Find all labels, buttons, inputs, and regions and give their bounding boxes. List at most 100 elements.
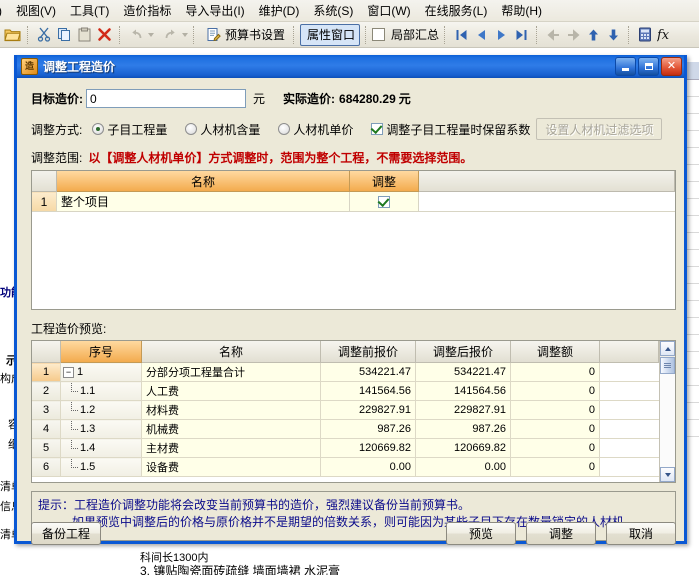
delete-x-icon[interactable]	[94, 25, 114, 45]
preview-col-before[interactable]: 调整前报价	[320, 341, 416, 363]
preview-row-filler	[599, 400, 659, 420]
radio-option-resource-content[interactable]: 人材机含量	[185, 121, 260, 138]
redo-dropdown-icon[interactable]	[182, 32, 188, 37]
menu-item-maintain[interactable]: 维护(D)	[252, 0, 307, 21]
calculator-icon[interactable]	[635, 25, 655, 45]
property-window-label: 属性窗口	[307, 28, 356, 42]
menu-item-import-export[interactable]: 导入导出(I)	[178, 0, 251, 21]
scrollbar-thumb[interactable]	[660, 357, 675, 374]
keep-factor-checkbox[interactable]: 调整子目工程量时保留系数	[371, 121, 530, 138]
menu-item-system[interactable]: 系统(S)	[306, 0, 360, 21]
menu-item-cost-index[interactable]: 造价指标	[116, 0, 178, 21]
resource-filter-options-button: 设置人材机过滤选项	[536, 118, 663, 140]
toolbar-separator	[628, 25, 630, 44]
table-row[interactable]: 1 − 1 分部分项工程量合计 534221.47 534221.47 0	[32, 362, 659, 382]
property-window-button[interactable]: 属性窗口	[300, 23, 361, 46]
preview-row-seq-cell: 1.5	[60, 457, 142, 477]
preview-row-no: 4	[32, 419, 61, 439]
last-record-icon[interactable]	[511, 25, 531, 45]
indent-icon[interactable]	[563, 25, 583, 45]
preview-row-seq-cell: 1.1	[60, 381, 142, 401]
preview-row-seq: 1.4	[80, 442, 96, 454]
budget-settings-label: 预算书设置	[225, 28, 286, 42]
first-record-icon[interactable]	[451, 25, 471, 45]
redo-icon[interactable]	[160, 25, 180, 45]
radio-option-resource-price[interactable]: 人材机单价	[278, 121, 353, 138]
preview-scroll-area[interactable]: 序号 名称 调整前报价 调整后报价 调整额 1 − 1 分部分项工程量合计 53…	[32, 341, 659, 482]
preview-col-rowno[interactable]	[32, 341, 61, 363]
dialog-title-bar[interactable]: 造 调整工程造价 ✕	[17, 55, 684, 78]
table-row[interactable]: 1 整个项目	[32, 191, 675, 212]
radio-option-quantity[interactable]: 子目工程量	[92, 121, 167, 138]
outdent-icon[interactable]	[543, 25, 563, 45]
scope-col-index[interactable]	[32, 171, 57, 192]
hint-line-1: 提示：工程造价调整功能将会改变当前预算书的造价，强烈建议备份当前预算书。	[38, 498, 471, 512]
preview-col-delta[interactable]: 调整额	[510, 341, 600, 363]
scroll-up-icon[interactable]	[660, 341, 675, 356]
menu-item-tools[interactable]: 工具(T)	[63, 0, 116, 21]
preview-row-before: 0.00	[320, 457, 416, 477]
radio-resource-price-icon	[278, 123, 291, 135]
adjust-button[interactable]: 调整	[526, 521, 596, 545]
tree-branch-icon	[66, 381, 78, 396]
preview-row-filler	[599, 419, 659, 439]
minimize-icon[interactable]	[615, 57, 636, 76]
cancel-button[interactable]: 取消	[606, 521, 676, 545]
move-up-icon[interactable]	[583, 25, 603, 45]
table-row[interactable]: 5 1.4 主材费 120669.82 120669.82 0	[32, 438, 659, 458]
tree-expander-icon[interactable]: −	[63, 366, 74, 378]
preview-row-seq: 1.2	[80, 404, 96, 416]
menu-item-help[interactable]: 帮助(H)	[494, 0, 549, 21]
preview-vertical-scrollbar[interactable]	[659, 341, 675, 482]
dialog-body: 目标造价: 元 实际造价: 684280.29 元 调整方式: 子目工程量 人材…	[17, 89, 684, 555]
menu-item-view[interactable]: 视图(V)	[9, 0, 63, 21]
formula-fx-icon[interactable]: fx	[655, 25, 675, 45]
preview-row-after: 0.00	[415, 457, 511, 477]
local-summary-checkbox[interactable]	[372, 28, 386, 41]
copy-icon[interactable]	[54, 25, 74, 45]
table-row[interactable]: 4 1.3 机械费 987.26 987.26 0	[32, 419, 659, 439]
scope-col-adjust[interactable]: 调整	[349, 171, 419, 192]
preview-col-name[interactable]: 名称	[141, 341, 321, 363]
tree-branch-icon	[66, 457, 78, 472]
next-record-icon[interactable]	[491, 25, 511, 45]
paste-icon[interactable]	[74, 25, 94, 45]
table-row[interactable]: 6 1.5 设备费 0.00 0.00 0	[32, 457, 659, 477]
preview-col-after[interactable]: 调整后报价	[415, 341, 511, 363]
preview-row-no: 2	[32, 381, 61, 401]
table-row[interactable]: 2 1.1 人工费 141564.56 141564.56 0	[32, 381, 659, 401]
toolbar-separator	[119, 25, 121, 44]
table-row[interactable]: 3 1.2 材料费 229827.91 229827.91 0	[32, 400, 659, 420]
undo-icon[interactable]	[126, 25, 146, 45]
menu-item-window[interactable]: 窗口(W)	[360, 0, 417, 21]
toolbar-separator	[536, 25, 538, 44]
scroll-down-icon[interactable]	[660, 467, 675, 482]
scrollbar-track[interactable]	[660, 374, 675, 467]
folder-open-icon[interactable]	[2, 25, 22, 45]
target-price-input[interactable]	[86, 89, 246, 108]
toolbar-separator	[27, 25, 29, 44]
adjust-scope-table[interactable]: 名称 调整 1 整个项目	[31, 170, 676, 310]
menu-item-online-service[interactable]: 在线服务(L)	[418, 0, 495, 21]
menu-item-clipped[interactable]: )	[0, 2, 9, 20]
radio-resource-content-label: 人材机含量	[200, 122, 261, 137]
scissors-icon[interactable]	[34, 25, 54, 45]
maximize-icon[interactable]	[638, 57, 659, 76]
scope-row-adjust-check-icon[interactable]	[378, 196, 390, 209]
prev-record-icon[interactable]	[471, 25, 491, 45]
actual-price-value: 684280.29	[339, 91, 396, 106]
close-icon[interactable]: ✕	[661, 57, 682, 76]
preview-button[interactable]: 预览	[446, 521, 516, 545]
move-down-icon[interactable]	[603, 25, 623, 45]
undo-dropdown-icon[interactable]	[148, 32, 154, 37]
backup-project-button[interactable]: 备份工程	[31, 521, 102, 545]
preview-col-seq[interactable]: 序号	[60, 341, 142, 363]
preview-row-no: 1	[32, 362, 61, 382]
preview-row-name: 分部分项工程量合计	[141, 362, 321, 382]
preview-label: 工程造价预览:	[31, 322, 107, 336]
scope-row-adjust-cell[interactable]	[349, 191, 419, 212]
preview-row-seq: 1	[77, 366, 84, 378]
budget-settings-button[interactable]: 预算书设置	[200, 25, 288, 45]
scope-col-name[interactable]: 名称	[56, 171, 350, 192]
scope-row-name: 整个项目	[56, 191, 350, 212]
